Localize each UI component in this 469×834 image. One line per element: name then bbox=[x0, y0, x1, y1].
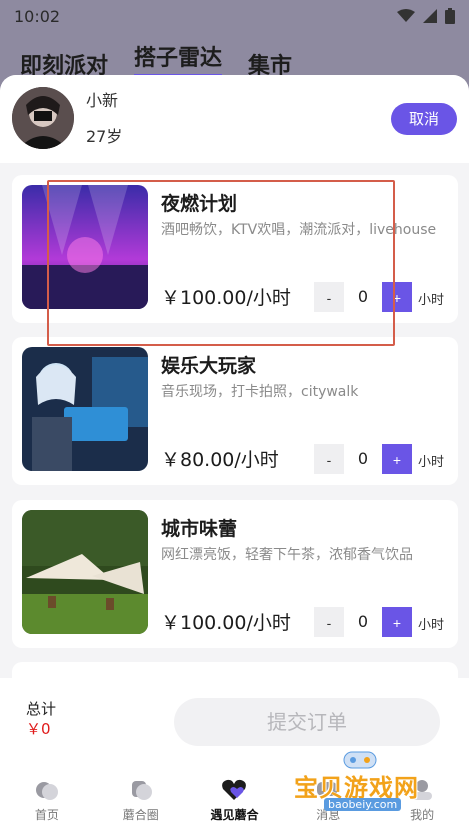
nav-item-home[interactable]: 首页 bbox=[0, 768, 94, 834]
status-bar: 10:02 bbox=[0, 0, 469, 32]
package-card-entertainment[interactable]: 娱乐大玩家 音乐现场，打卡拍照，citywalk ￥80.00/小时 - 0 +… bbox=[12, 337, 458, 485]
signal-icon bbox=[423, 9, 437, 23]
package-title: 夜燃计划 bbox=[161, 193, 238, 215]
user-header: 小新 27岁 取消 bbox=[0, 75, 469, 163]
decrease-quantity-button[interactable]: - bbox=[314, 444, 344, 474]
quantity-value: 0 bbox=[357, 449, 369, 468]
user-age: 27岁 bbox=[86, 127, 123, 146]
package-title: 城市味蕾 bbox=[161, 518, 238, 540]
package-image-night bbox=[22, 185, 148, 309]
decrease-quantity-button[interactable]: - bbox=[314, 607, 344, 637]
package-description: 音乐现场，打卡拍照，citywalk bbox=[161, 384, 359, 400]
avatar bbox=[12, 87, 74, 149]
package-price: ￥100.00/小时 bbox=[161, 287, 291, 309]
submit-order-button[interactable]: 提交订单 bbox=[174, 698, 440, 746]
nav-label: 首页 bbox=[34, 808, 59, 822]
quantity-unit: 小时 bbox=[418, 618, 445, 633]
heart-icon bbox=[222, 779, 247, 800]
increase-quantity-button[interactable]: + bbox=[382, 282, 412, 312]
package-title: 娱乐大玩家 bbox=[161, 355, 257, 377]
user-name: 小新 bbox=[86, 91, 119, 110]
quantity-unit: 小时 bbox=[418, 455, 445, 470]
gamepad-icon bbox=[343, 751, 377, 769]
nav-item-meet[interactable]: 遇见蘑合 bbox=[188, 768, 282, 834]
package-card-food[interactable]: 城市味蕾 网红漂亮饭，轻奢下午茶，浓郁香气饮品 ￥100.00/小时 - 0 +… bbox=[12, 500, 458, 648]
package-image-entertainment bbox=[22, 347, 148, 471]
wifi-icon bbox=[397, 9, 415, 22]
quantity-unit: 小时 bbox=[418, 293, 445, 308]
nav-item-circle[interactable]: 蘑合圈 bbox=[94, 768, 188, 834]
nav-label: 蘑合圈 bbox=[122, 808, 159, 822]
decrease-quantity-button[interactable]: - bbox=[314, 282, 344, 312]
circle-icon bbox=[131, 781, 152, 800]
total-value: ￥0 bbox=[26, 720, 51, 738]
quantity-value: 0 bbox=[357, 287, 369, 306]
package-image-food bbox=[22, 510, 148, 634]
increase-quantity-button[interactable]: + bbox=[382, 444, 412, 474]
nav-label: 遇见蘑合 bbox=[210, 808, 259, 822]
increase-quantity-button[interactable]: + bbox=[382, 607, 412, 637]
cancel-button[interactable]: 取消 bbox=[391, 103, 457, 135]
battery-icon bbox=[445, 8, 455, 24]
quantity-value: 0 bbox=[357, 612, 369, 631]
package-description: 酒吧畅饮，KTV欢唱，潮流派对，livehouse bbox=[161, 222, 437, 238]
status-time: 10:02 bbox=[14, 6, 61, 26]
package-card-night[interactable]: 夜燃计划 酒吧畅饮，KTV欢唱，潮流派对，livehouse ￥100.00/小… bbox=[12, 175, 458, 323]
home-icon bbox=[35, 782, 58, 800]
watermark-url: baobeiy.com bbox=[324, 798, 402, 811]
watermark: 宝贝游戏网 baobeiy.com bbox=[294, 746, 436, 812]
total-label: 总计 bbox=[26, 700, 57, 718]
package-price: ￥80.00/小时 bbox=[161, 449, 279, 471]
package-description: 网红漂亮饭，轻奢下午茶，浓郁香气饮品 bbox=[161, 547, 413, 563]
package-price: ￥100.00/小时 bbox=[161, 612, 291, 634]
